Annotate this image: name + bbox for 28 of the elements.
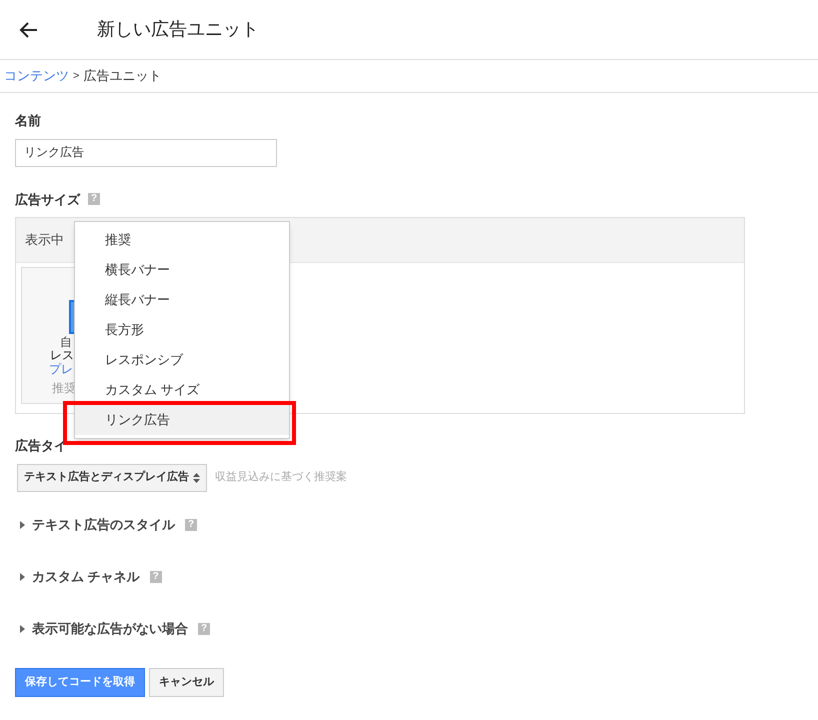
section-toggle[interactable]: 表示可能な広告がない場合 [32, 618, 188, 638]
page-title: 新しい広告ユニット [97, 18, 259, 41]
card-text: プレ [49, 363, 73, 375]
ad-type-select[interactable]: テキスト広告とディスプレイ広告 [17, 464, 207, 492]
section-toggle[interactable]: テキスト広告のスタイル [32, 514, 175, 534]
menu-item[interactable]: リンク広告 [75, 405, 289, 435]
section-toggle[interactable]: カスタム チャネル [32, 566, 140, 586]
caret-right-icon[interactable] [20, 624, 26, 632]
menu-item[interactable]: 推奨 [75, 225, 289, 255]
caret-right-icon[interactable] [20, 520, 26, 528]
breadcrumb-separator: > [73, 68, 80, 84]
menu-item[interactable]: レスポンシブ [75, 345, 289, 375]
cancel-button[interactable]: キャンセル [149, 668, 224, 696]
breadcrumb-current: 広告ユニット [83, 67, 162, 86]
hint-text: 収益見込みに基づく推奨案 [215, 470, 347, 486]
field-label: 名前 [15, 112, 41, 130]
menu-item[interactable]: 横長バナー [75, 255, 289, 285]
back-arrow-icon[interactable] [19, 20, 39, 40]
card-text: レス [50, 349, 74, 361]
menu-item[interactable]: 長方形 [75, 315, 289, 345]
tab-label[interactable]: 表示中 [25, 230, 64, 250]
menu-item[interactable]: 縦長バナー [75, 285, 289, 315]
caret-right-icon[interactable] [20, 572, 26, 580]
breadcrumb-link[interactable]: コンテンツ [4, 66, 69, 86]
section-label: 広告サイズ [15, 190, 80, 208]
name-input-field[interactable]: リンク広告 [15, 138, 277, 166]
sort-arrows-icon [193, 472, 200, 482]
card-text: 自 [60, 336, 72, 348]
